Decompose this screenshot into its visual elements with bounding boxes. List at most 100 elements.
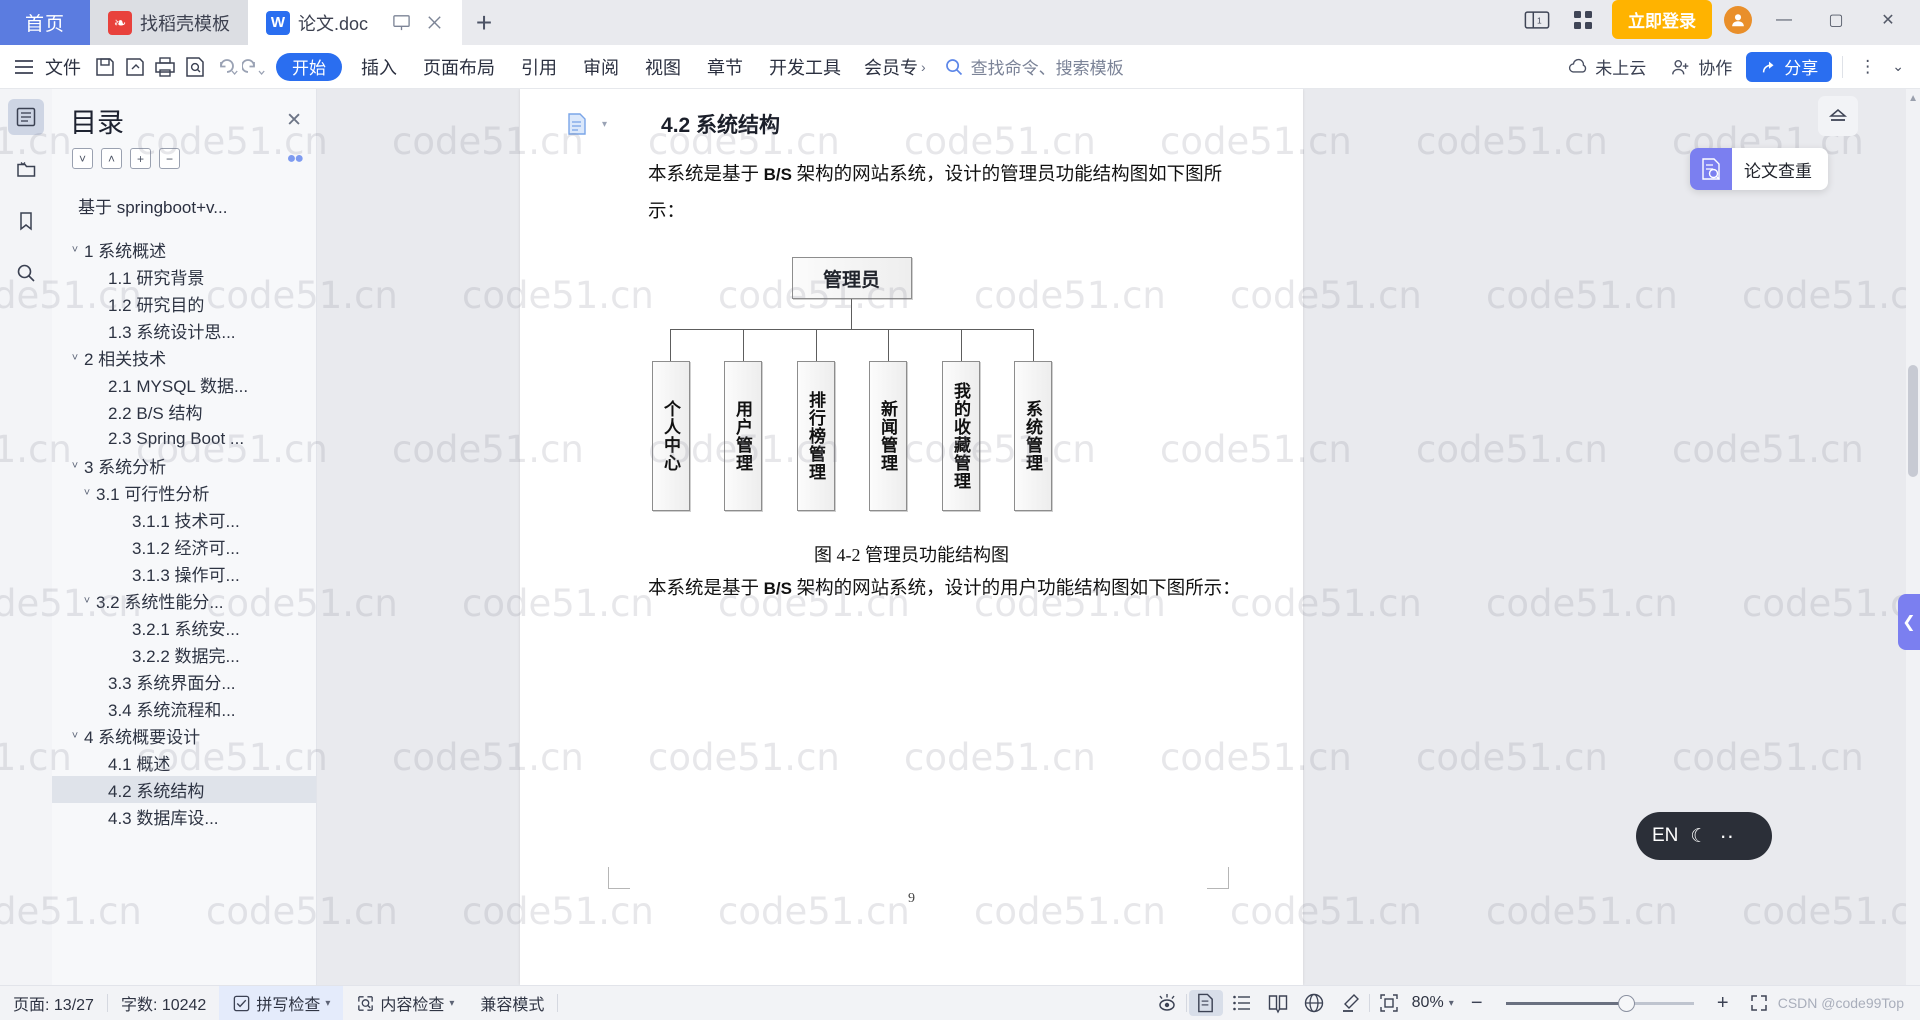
toc-item[interactable]: ˅ 4 系统概要设计 [52,722,316,749]
fit-page-icon[interactable] [1372,990,1406,1016]
toc-item[interactable]: ˅ 1 系统概述 [52,236,316,263]
outline-collapse-up-icon[interactable]: ˄ [101,148,122,169]
contentcheck-caret-icon[interactable]: ▾ [449,998,454,1009]
maximize-button[interactable]: ▢ [1816,5,1856,35]
print-preview-icon[interactable] [180,52,210,82]
scroll-up-icon[interactable]: ▲ [1908,93,1918,104]
command-search[interactable]: 查找命令、搜索模板 [944,54,1124,79]
save-icon[interactable] [90,52,120,82]
login-button[interactable]: 立即登录 [1612,0,1712,39]
spellcheck-button[interactable]: 拼写检查 ▾ [219,985,344,1020]
grid-apps-icon[interactable] [1566,5,1600,35]
more-dots-icon[interactable]: ·· [1719,823,1734,849]
chevron-down-icon[interactable]: ˅ [78,595,96,607]
language-input-pill[interactable]: EN ☾ ·· [1636,812,1772,860]
ribbon-tab-vip[interactable]: 会员专 › [854,54,936,80]
window-close-button[interactable]: ✕ [1868,5,1908,35]
scroll-thumb[interactable] [1908,365,1918,477]
ribbon-tab-start[interactable]: 开始 [276,52,342,81]
zoom-caret-icon[interactable]: ▾ [1449,998,1454,1009]
toc-item[interactable]: 1.2 研究目的 [52,290,316,317]
tab-home[interactable]: 首页 [0,0,90,45]
side-panel-toggle[interactable]: ❮ [1898,594,1920,650]
outline-plus-icon[interactable]: + [130,148,151,169]
save-as-icon[interactable] [120,52,150,82]
zoom-in-button[interactable]: + [1706,990,1740,1016]
new-tab-button[interactable]: + [462,0,506,45]
toc-item[interactable]: ˅ 3.1 可行性分析 [52,479,316,506]
chevron-down-icon[interactable]: ˅ [66,352,84,364]
chevron-down-icon[interactable]: ˅ [78,487,96,499]
zoom-slider[interactable] [1505,994,1694,1012]
chevron-down-icon[interactable]: ˅ [66,730,84,742]
fullscreen-icon[interactable] [1742,990,1776,1016]
contentcheck-button[interactable]: 内容检查 ▾ [343,986,467,1020]
toc-item[interactable]: 3.2.2 数据完... [52,641,316,668]
toc-item[interactable]: 3.4 系统流程和... [52,695,316,722]
toc-item[interactable]: 4.1 概述 [52,749,316,776]
outline-minus-icon[interactable]: − [159,148,180,169]
style-dropdown-icon[interactable]: ▾ [602,119,607,130]
ribbon-tab-review[interactable]: 审阅 [570,54,632,80]
zoom-slider-knob[interactable] [1617,994,1635,1012]
page-indicator[interactable]: 页面: 13/27 [0,986,107,1020]
toc-item[interactable]: 3.1.1 技术可... [52,506,316,533]
outline-doc-title[interactable]: 基于 springboot+v... [52,181,316,236]
vertical-scrollbar[interactable]: ▲ [1906,89,1920,985]
eject-panel-button[interactable] [1818,96,1858,136]
minimize-button[interactable]: — [1764,5,1804,35]
highlight-pen-icon[interactable] [1333,990,1367,1016]
chevron-down-icon[interactable]: ˅ [66,460,84,472]
collapse-ribbon-icon[interactable]: ⌄ [1886,58,1910,75]
toc-item[interactable]: 3.1.2 经济可... [52,533,316,560]
chevron-down-icon[interactable]: ˅ [66,244,84,256]
toc-item[interactable]: 3.1.3 操作可... [52,560,316,587]
outline-list[interactable]: 基于 springboot+v... ˅ 1 系统概述 1.1 研究背景 1.2 研究… [52,177,316,985]
toc-item[interactable]: 1.1 研究背景 [52,263,316,290]
ribbon-tab-layout[interactable]: 页面布局 [410,54,508,80]
rail-bookmark-icon[interactable] [8,203,44,239]
rail-search-icon[interactable] [8,255,44,291]
print-icon[interactable] [150,52,180,82]
outline-view-icon[interactable] [1225,990,1259,1016]
split-view-icon[interactable]: 1 [1520,5,1554,35]
rail-thumbnail-icon[interactable] [8,151,44,187]
toc-item[interactable]: 2.2 B/S 结构 [52,398,316,425]
more-options-icon[interactable]: ⋮ [1853,57,1882,77]
toc-item[interactable]: ˅ 3.2 系统性能分... [52,587,316,614]
eye-protection-icon[interactable] [1150,990,1184,1016]
toc-item[interactable]: 4.3 数据库设... [52,803,316,830]
paper-plagiarism-check-button[interactable]: 论文查重 [1690,148,1828,190]
cloud-status-button[interactable]: 未上云 [1557,54,1656,79]
redo-icon[interactable] [240,52,270,82]
ribbon-tab-section[interactable]: 章节 [694,54,756,80]
moon-icon[interactable]: ☾ [1690,825,1707,848]
toc-item[interactable]: ˅ 3 系统分析 [52,452,316,479]
paragraph-style-icon[interactable] [566,110,592,138]
toc-item[interactable]: 1.3 系统设计思... [52,317,316,344]
spellcheck-caret-icon[interactable]: ▾ [325,998,330,1009]
document-page[interactable]: ▾ 4.2 系统结构 本系统是基于 B/S 架构的网站系统，设计的管理员功能结构… [520,89,1303,985]
page-view-icon[interactable] [1188,990,1223,1016]
toc-item[interactable]: 2.3 Spring Boot ... [52,425,316,452]
zoom-out-button[interactable]: − [1460,990,1494,1016]
zoom-level[interactable]: 80% ▾ [1408,986,1458,1020]
share-button[interactable]: 分享 [1746,51,1833,82]
tab-present-icon[interactable] [392,13,411,32]
ribbon-tab-view[interactable]: 视图 [632,54,694,80]
rail-outline-icon[interactable] [8,99,44,135]
web-view-icon[interactable] [1297,990,1331,1016]
ribbon-tab-reference[interactable]: 引用 [508,54,570,80]
toc-item[interactable]: 2.1 MYSQL 数据... [52,371,316,398]
tab-document-lunwen[interactable]: W 论文.doc [248,0,463,45]
avatar[interactable] [1724,5,1752,34]
compat-mode-label-wrap[interactable]: 兼容模式 [467,986,557,1020]
tab-close-icon[interactable] [425,13,444,32]
toc-item[interactable]: 4.2 系统结构 [52,776,316,803]
toc-item[interactable]: 3.2.1 系统安... [52,614,316,641]
collaborate-button[interactable]: 协作 [1660,54,1742,79]
outline-close-icon[interactable]: ✕ [286,109,302,132]
undo-icon[interactable] [210,52,240,82]
toc-item[interactable]: 3.3 系统界面分... [52,668,316,695]
ribbon-tab-insert[interactable]: 插入 [348,54,410,80]
